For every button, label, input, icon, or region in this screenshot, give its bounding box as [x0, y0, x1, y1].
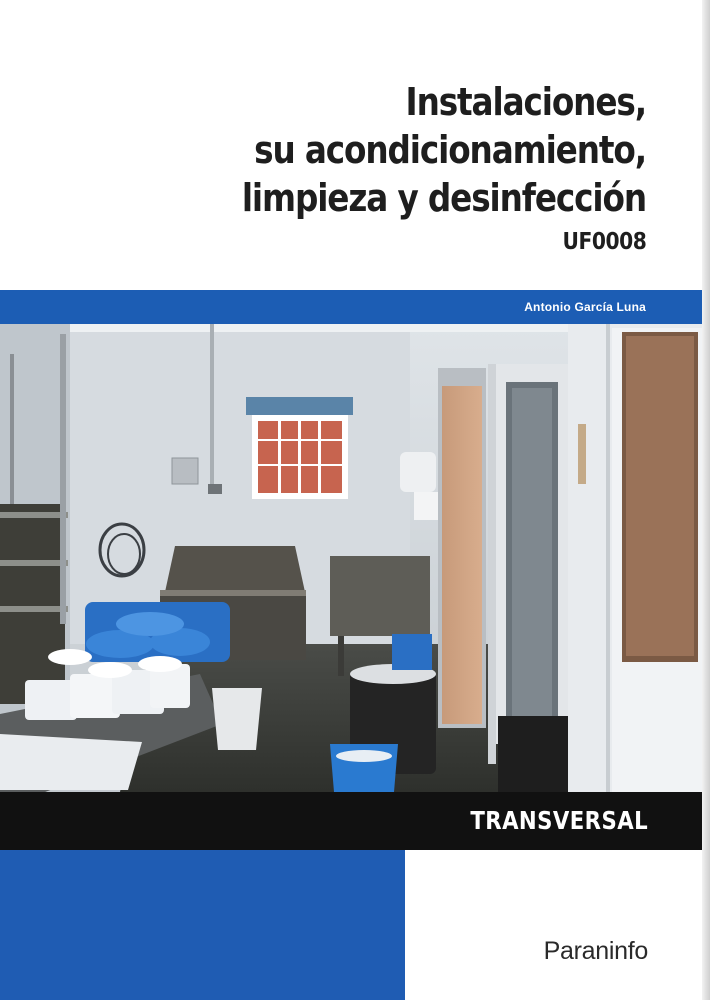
book-cover: Instalaciones, su acondicionamiento, lim… [0, 0, 710, 1000]
author-name: Antonio García Luna [524, 300, 646, 314]
title-line-2: su acondicionamiento, [254, 128, 647, 172]
page-edge [702, 0, 710, 1000]
unit-code: UF0008 [562, 229, 646, 255]
collection-label: TRANSVERSAL [470, 806, 648, 835]
title-line-1: Instalaciones, [405, 80, 648, 124]
book-title: Instalaciones, su acondicionamiento, lim… [164, 78, 648, 222]
title-line-3: limpieza y desinfección [241, 176, 647, 220]
cover-photo [0, 324, 702, 792]
blue-block [0, 850, 405, 1000]
publisher-logo: Paraninfo [543, 937, 649, 965]
